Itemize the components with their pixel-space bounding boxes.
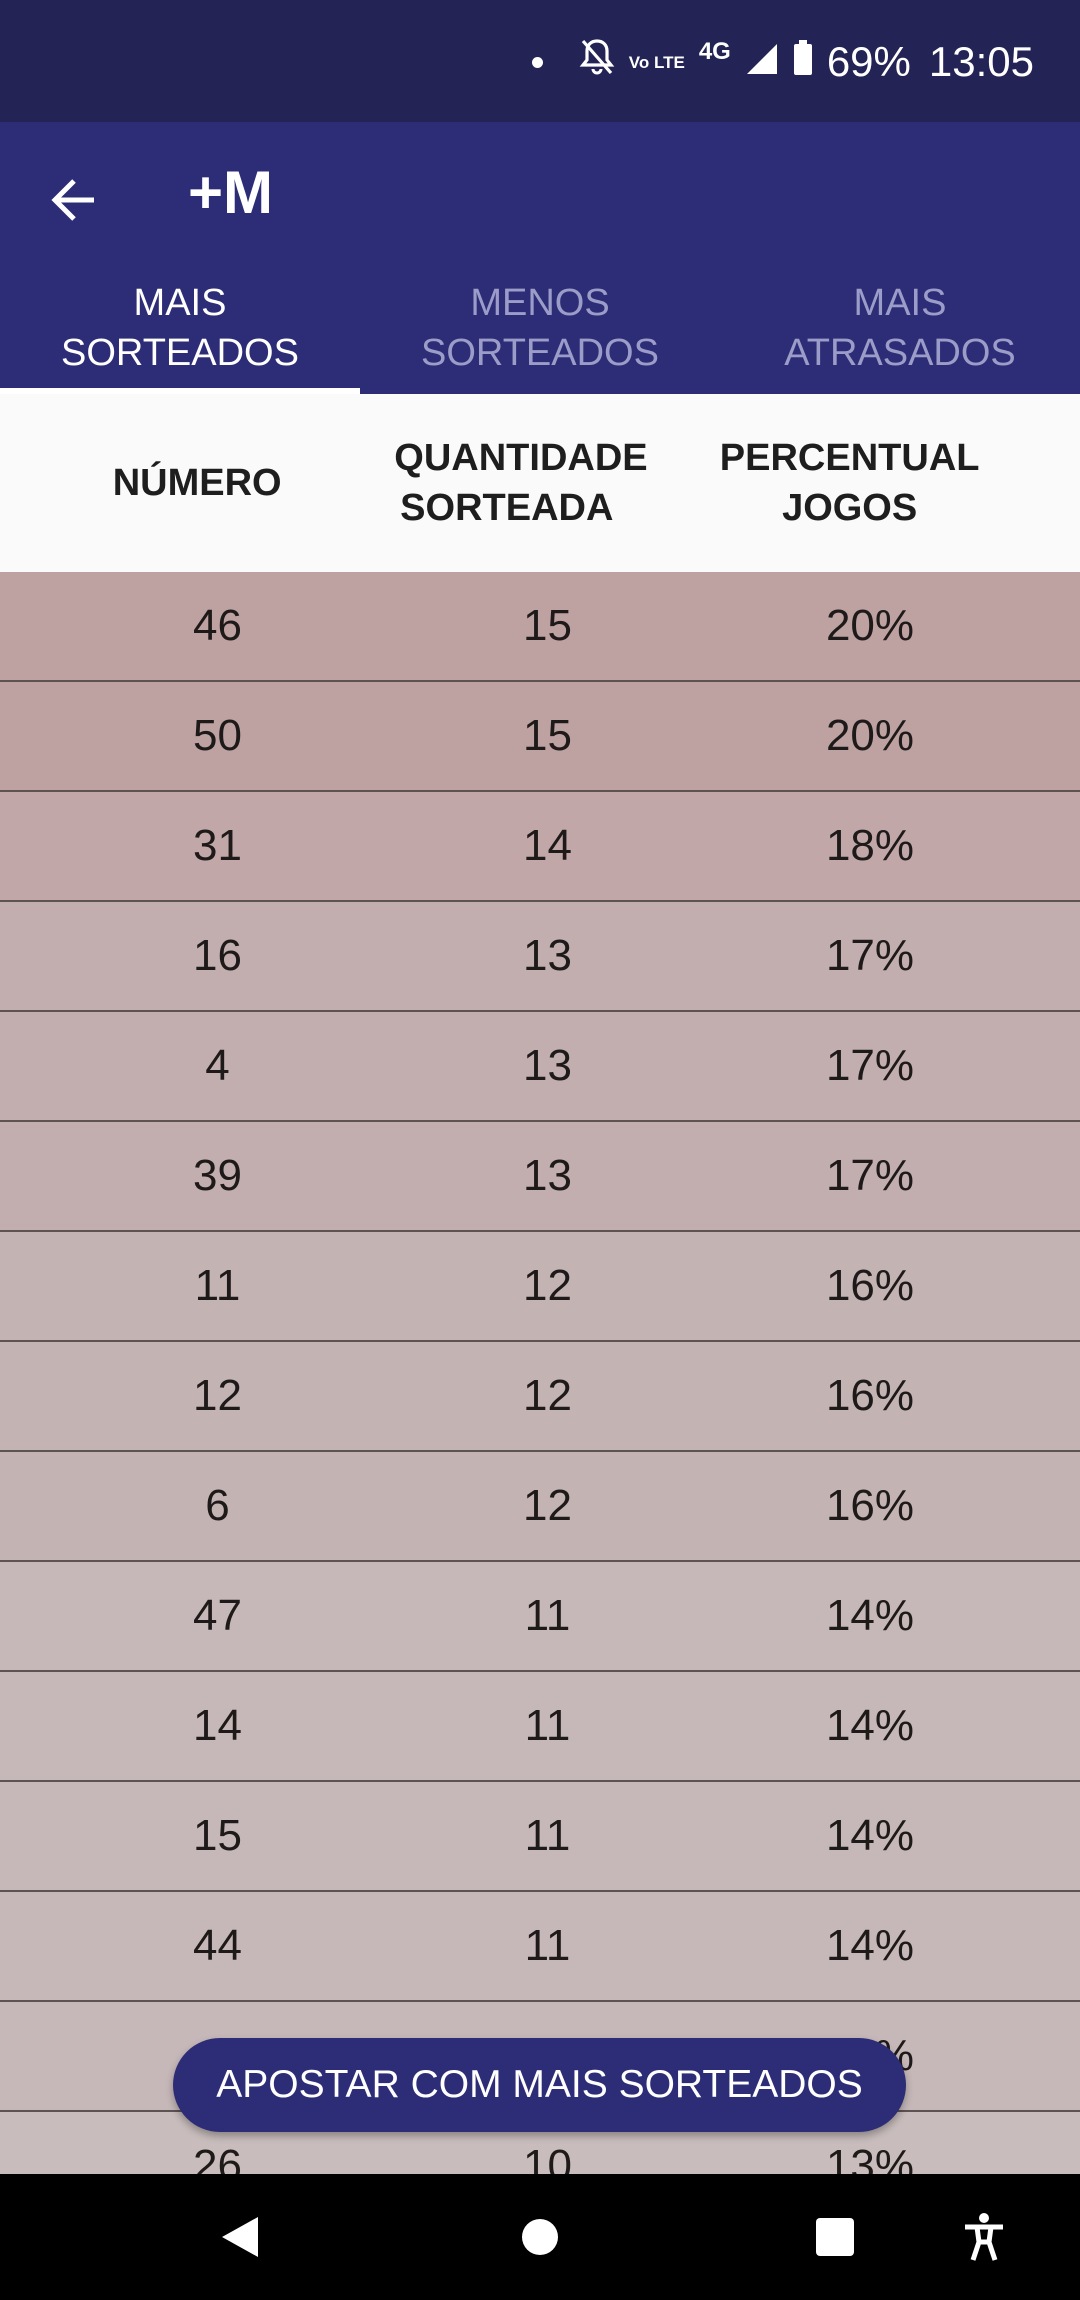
cell-percentual: 17% xyxy=(825,931,915,980)
triangle-back-icon xyxy=(222,2217,258,2257)
cell-quantidade: 12 xyxy=(523,1481,572,1530)
table-row: 44 11 14% xyxy=(0,1892,1080,2002)
cell-quantidade: 11 xyxy=(524,1811,571,1860)
app-bar: +M MAIS SORTEADOS MENOS SORTEADOS MAIS A… xyxy=(0,122,1080,394)
table-body[interactable]: 46 15 20% 50 15 20% 31 14 18% 16 13 17% 4 13 17% 39 13 17… xyxy=(0,572,1080,2174)
cell-quantidade: 12 xyxy=(523,1371,572,1420)
cell-quantidade: 11 xyxy=(524,1921,571,1970)
cell-quantidade: 13 xyxy=(523,1151,572,1200)
table-row: 12 12 16% xyxy=(0,1342,1080,1452)
cell-percentual: 14% xyxy=(825,1811,915,1860)
mute-bell-icon xyxy=(579,37,615,87)
navigation-bar xyxy=(0,2174,1080,2300)
table-row: 47 11 14% xyxy=(0,1562,1080,1672)
arrow-left-icon xyxy=(51,179,94,221)
table-row: 50 15 20% xyxy=(0,682,1080,792)
cell-percentual: 20% xyxy=(825,711,915,760)
bet-with-most-drawn-button[interactable]: APOSTAR COM MAIS SORTEADOS xyxy=(173,2038,906,2132)
accessibility-icon xyxy=(965,2213,1003,2261)
cell-quantidade: 13 xyxy=(523,1041,572,1090)
cell-percentual: 17% xyxy=(825,1041,915,1090)
header-quantidade: QUANTIDADE SORTEADA xyxy=(394,437,648,529)
tab-mais-sorteados[interactable]: MAIS SORTEADOS xyxy=(0,262,360,394)
table-row: 6 12 16% xyxy=(0,1452,1080,1562)
nav-recents-button[interactable] xyxy=(795,2174,875,2300)
cell-percentual: 14% xyxy=(825,1591,915,1640)
status-icons: Vo LTE 4G 69% 13:05 xyxy=(531,30,1034,94)
tab-bar: MAIS SORTEADOS MENOS SORTEADOS MAIS ATRA… xyxy=(0,262,1080,394)
nav-accessibility-button[interactable] xyxy=(944,2174,1024,2300)
clock: 13:05 xyxy=(928,38,1034,85)
status-bar: Vo LTE 4G 69% 13:05 xyxy=(0,0,1080,122)
cell-numero: 47 xyxy=(193,1591,242,1640)
cell-numero: 46 xyxy=(193,601,242,650)
table-header: NÚMERO QUANTIDADE SORTEADA PERCENTUAL JO… xyxy=(0,394,1080,574)
cell-percentual: 16% xyxy=(825,1481,915,1530)
cell-numero: 12 xyxy=(193,1371,242,1420)
notification-dot-icon xyxy=(531,56,543,68)
table-row: 31 14 18% xyxy=(0,792,1080,902)
cell-percentual: 14% xyxy=(825,1921,915,1970)
table-row: 11 12 16% xyxy=(0,1232,1080,1342)
battery-percent: 69% xyxy=(826,38,911,85)
network-type-label: 4G xyxy=(698,38,731,65)
cell-numero: 44 xyxy=(193,1921,242,1970)
cell-quantidade: 11 xyxy=(524,1701,571,1750)
table-row: 4 13 17% xyxy=(0,1012,1080,1122)
cell-quantidade: 15 xyxy=(523,601,572,650)
cell-quantidade: 10 xyxy=(523,2141,572,2174)
cell-quantidade: 14 xyxy=(523,821,572,870)
cell-percentual: 16% xyxy=(825,1371,915,1420)
cell-numero: 4 xyxy=(205,1041,230,1090)
table-row: 14 11 14% xyxy=(0,1672,1080,1782)
cell-percentual: 17% xyxy=(825,1151,915,1200)
nav-back-button[interactable] xyxy=(200,2174,280,2300)
header-percentual: PERCENTUAL JOGOS xyxy=(719,437,980,529)
tab-mais-atrasados[interactable]: MAIS ATRASADOS xyxy=(720,262,1080,394)
cell-percentual: 18% xyxy=(825,821,915,870)
cell-numero: 26 xyxy=(193,2141,242,2174)
battery-icon xyxy=(793,38,813,86)
table-row: 46 15 20% xyxy=(0,572,1080,682)
cell-numero: 50 xyxy=(193,711,242,760)
table-row: 16 13 17% xyxy=(0,902,1080,1012)
cell-numero: 14 xyxy=(193,1701,242,1750)
back-button[interactable] xyxy=(42,168,106,232)
nav-home-button[interactable] xyxy=(500,2174,580,2300)
cell-quantidade: 11 xyxy=(524,1591,571,1640)
cell-numero: 31 xyxy=(193,821,242,870)
table-row: 39 13 17% xyxy=(0,1122,1080,1232)
cell-percentual: 16% xyxy=(825,1261,915,1310)
cell-quantidade: 13 xyxy=(523,931,572,980)
cell-numero: 11 xyxy=(194,1261,241,1310)
volte-icon: Vo LTE xyxy=(628,52,685,72)
cell-numero: 16 xyxy=(193,931,242,980)
cell-numero: 6 xyxy=(205,1481,230,1530)
signal-icon xyxy=(745,38,779,86)
cell-numero: 15 xyxy=(193,1811,242,1860)
cell-numero: 39 xyxy=(193,1151,242,1200)
circle-home-icon xyxy=(522,2219,558,2255)
cell-quantidade: 15 xyxy=(523,711,572,760)
square-recents-icon xyxy=(816,2218,854,2256)
page-title: +M xyxy=(188,159,274,226)
cell-quantidade: 12 xyxy=(523,1261,572,1310)
cell-percentual: 20% xyxy=(825,601,915,650)
table-row: 15 11 14% xyxy=(0,1782,1080,1892)
header-numero: NÚMERO xyxy=(112,462,282,504)
cell-percentual: 13% xyxy=(825,2141,915,2174)
cell-percentual: 14% xyxy=(825,1701,915,1750)
tab-menos-sorteados[interactable]: MENOS SORTEADOS xyxy=(360,262,720,394)
